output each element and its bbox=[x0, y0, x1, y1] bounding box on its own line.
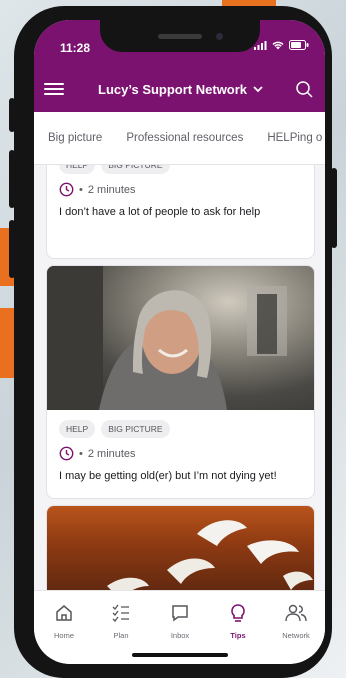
phone-speaker bbox=[158, 34, 202, 39]
clock-icon bbox=[59, 182, 74, 197]
tip-card[interactable]: HELP BIG PICTURE • 2 minutes I may be ge… bbox=[46, 265, 315, 499]
phone-side-button bbox=[9, 150, 15, 208]
duration-text: 2 minutes bbox=[87, 447, 136, 460]
nav-label: Inbox bbox=[170, 631, 190, 640]
tip-title: I may be getting old(er) but I’m not dyi… bbox=[59, 470, 277, 482]
nav-plan[interactable]: Plan bbox=[99, 603, 143, 640]
home-icon bbox=[56, 605, 72, 621]
nav-network[interactable]: Network bbox=[274, 603, 318, 640]
checklist-icon bbox=[112, 604, 129, 622]
nav-label: Tips bbox=[230, 631, 246, 640]
phone-side-button bbox=[9, 98, 15, 132]
duration-text: 2 minutes bbox=[87, 183, 136, 196]
battery-icon bbox=[289, 40, 309, 50]
status-icons bbox=[254, 40, 309, 50]
tag-list: HELP BIG PICTURE bbox=[59, 165, 304, 174]
tag-pill: HELP bbox=[59, 420, 96, 438]
chat-icon bbox=[172, 605, 188, 622]
menu-button[interactable] bbox=[44, 80, 64, 100]
phone-screen: 11:28 Lucy’s Support Network Big picture… bbox=[34, 20, 325, 664]
tab-professional-resources[interactable]: Professional resources bbox=[114, 132, 255, 144]
status-time: 11:28 bbox=[60, 41, 91, 55]
nav-tips[interactable]: Tips bbox=[216, 603, 260, 640]
network-switcher[interactable]: Lucy’s Support Network bbox=[98, 82, 263, 97]
tag-pill: HELP bbox=[59, 165, 96, 174]
nav-label: Home bbox=[53, 631, 74, 640]
tip-image bbox=[47, 506, 314, 590]
nav-label: Network bbox=[282, 631, 310, 640]
clock-icon bbox=[59, 446, 74, 461]
tip-title: I don’t have a lot of people to ask for … bbox=[59, 206, 261, 218]
tip-card[interactable] bbox=[46, 505, 315, 590]
search-icon[interactable] bbox=[295, 80, 313, 98]
wifi-icon bbox=[272, 41, 284, 49]
tips-feed: HELP BIG PICTURE • 2 minutes I don’t hav… bbox=[34, 165, 325, 590]
tag-pill: BIG PICTURE bbox=[101, 165, 170, 174]
tab-big-picture[interactable]: Big picture bbox=[34, 132, 114, 144]
elderly-woman-photo bbox=[47, 266, 287, 410]
meta-separator: • bbox=[79, 447, 83, 460]
people-icon bbox=[285, 604, 307, 622]
nav-inbox[interactable]: Inbox bbox=[158, 603, 202, 640]
lightbulb-icon bbox=[231, 604, 245, 622]
tag-list: HELP BIG PICTURE bbox=[59, 420, 304, 438]
home-indicator bbox=[132, 653, 228, 657]
read-time: • 2 minutes bbox=[59, 446, 304, 461]
category-tabs: Big picture Professional resources HELPi… bbox=[34, 112, 325, 165]
nav-home[interactable]: Home bbox=[42, 603, 86, 640]
chevron-down-icon bbox=[253, 86, 263, 93]
tip-card[interactable]: HELP BIG PICTURE • 2 minutes I don’t hav… bbox=[46, 165, 315, 259]
read-time: • 2 minutes bbox=[59, 182, 304, 197]
tip-image bbox=[47, 266, 314, 410]
phone-side-button bbox=[331, 168, 337, 248]
app-header: 11:28 Lucy’s Support Network bbox=[34, 20, 325, 112]
phone-side-button bbox=[9, 220, 15, 278]
white-birds-photo bbox=[107, 520, 313, 590]
menu-icon bbox=[44, 83, 64, 85]
phone-notch bbox=[100, 20, 260, 52]
meta-separator: • bbox=[79, 183, 83, 196]
nav-label: Plan bbox=[113, 631, 129, 640]
tab-helping-others[interactable]: HELPing o bbox=[255, 132, 325, 144]
tag-pill: BIG PICTURE bbox=[101, 420, 170, 438]
phone-camera bbox=[216, 33, 223, 40]
page-title: Lucy’s Support Network bbox=[98, 82, 248, 97]
